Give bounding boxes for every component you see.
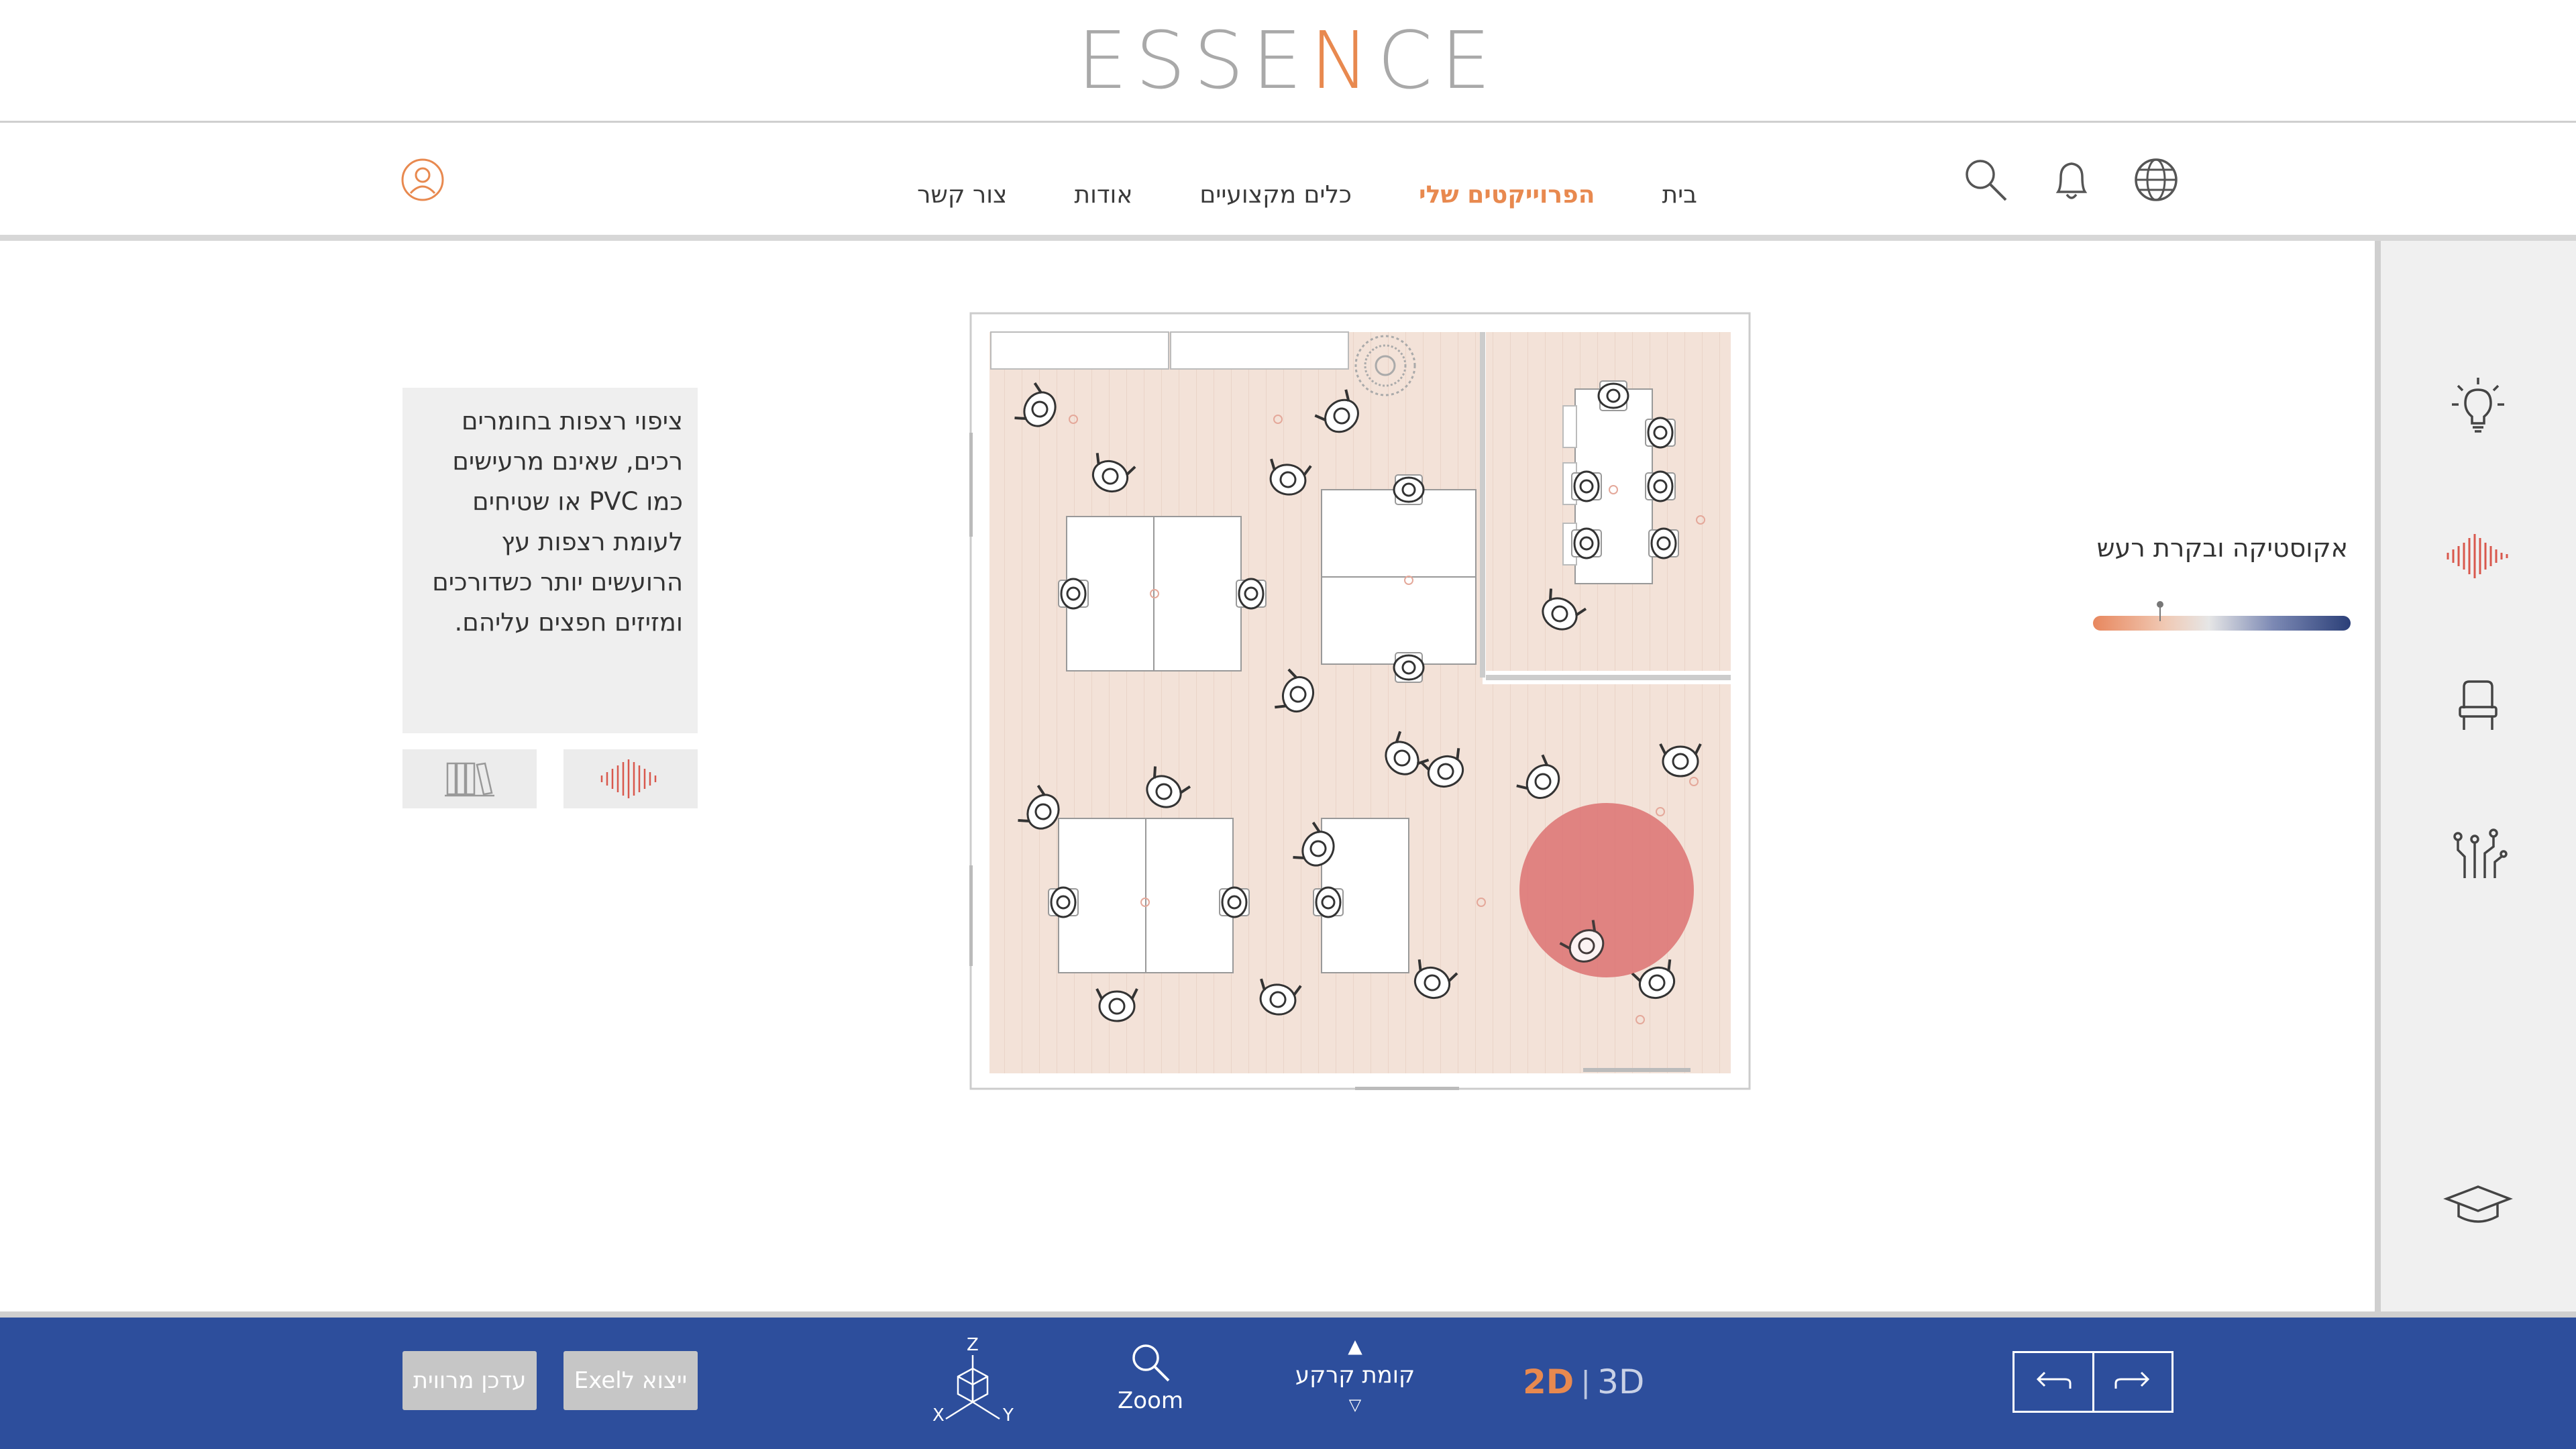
zoom-label: Zoom	[1117, 1387, 1183, 1414]
nav-item-my-projects[interactable]: הפרוייקטים שלי	[1419, 181, 1595, 209]
axis-z-label: Z	[967, 1335, 979, 1355]
axis-y-label: Y	[1003, 1405, 1014, 1426]
search-icon[interactable]	[1959, 153, 2012, 207]
export-excel-button[interactable]: ייצוא לExel	[564, 1351, 698, 1410]
library-button[interactable]	[402, 749, 537, 808]
view-2d-button[interactable]: 2D	[1523, 1362, 1574, 1401]
graduation-cap-icon[interactable]	[2441, 1167, 2515, 1240]
tip-text: ציפוי רצפות בחומרים רכים, שאינם מרעישים …	[432, 407, 683, 637]
chair-icon[interactable]	[2441, 668, 2515, 742]
globe-icon[interactable]	[2129, 153, 2183, 207]
floor-label: קומת קרקע	[1295, 1362, 1415, 1389]
view-3d-button[interactable]: 3D	[1597, 1362, 1644, 1401]
logo-text-post: CE	[1377, 14, 1499, 107]
acoustics-slider-handle[interactable]	[2156, 601, 2163, 621]
tip-panel: ציפוי רצפות בחומרים רכים, שאינם מרעישים …	[402, 388, 698, 733]
floor-down-arrow[interactable]: ▽	[1345, 1395, 1365, 1415]
logo-text-pre: ESSE	[1077, 14, 1310, 107]
update-button[interactable]: עדכן מרווית	[402, 1351, 537, 1410]
bottom-divider	[0, 1311, 2576, 1318]
acoustics-slider[interactable]	[2093, 616, 2351, 631]
sound-wave-icon[interactable]	[2441, 519, 2515, 593]
redo-button[interactable]	[2092, 1353, 2172, 1411]
nav-divider	[0, 235, 2576, 241]
zoom-icon[interactable]	[1127, 1339, 1174, 1386]
nav-item-about[interactable]: אודות	[1074, 181, 1132, 209]
nav-item-home[interactable]: בית	[1662, 181, 1697, 209]
floor-up-arrow[interactable]: ▲	[1345, 1335, 1365, 1357]
noise-zone-marker	[1519, 803, 1694, 977]
acoustics-button[interactable]	[564, 749, 698, 808]
lightbulb-icon[interactable]	[2441, 370, 2515, 443]
acoustics-label: אקוסטיקה ובקרת רעש	[2096, 533, 2348, 563]
books-icon	[445, 762, 494, 797]
tools-sidebar	[2375, 241, 2576, 1314]
axis-x-label: X	[932, 1405, 945, 1426]
view-mode-toggle: 2D | 3D	[1523, 1358, 1644, 1405]
header-divider	[0, 121, 2576, 123]
nav-item-contact[interactable]: צור קשר	[917, 181, 1007, 209]
sound-wave-icon	[600, 759, 657, 798]
redo-arrow-icon	[2114, 1371, 2150, 1389]
main-nav: בית הפרוייקטים שלי כלים מקצועיים אודות צ…	[892, 174, 1697, 215]
bell-icon[interactable]	[2045, 153, 2098, 207]
essence-logo[interactable]: ESSENCE	[1077, 20, 1491, 101]
floor-plan-canvas[interactable]	[969, 312, 1751, 1091]
undo-arrow-icon	[2036, 1371, 2072, 1389]
user-icon[interactable]	[396, 153, 449, 207]
logo-text-accent: N	[1309, 14, 1378, 107]
nav-item-pro-tools[interactable]: כלים מקצועיים	[1199, 181, 1352, 209]
view-mode-separator: |	[1580, 1364, 1591, 1399]
undo-button[interactable]	[2015, 1353, 2092, 1411]
circuit-icon[interactable]	[2441, 816, 2515, 890]
undo-redo-group	[2012, 1351, 2174, 1413]
app-window: ESSENCE בית הפרוייקטים שלי כלים מקצועיים…	[0, 0, 2576, 1449]
